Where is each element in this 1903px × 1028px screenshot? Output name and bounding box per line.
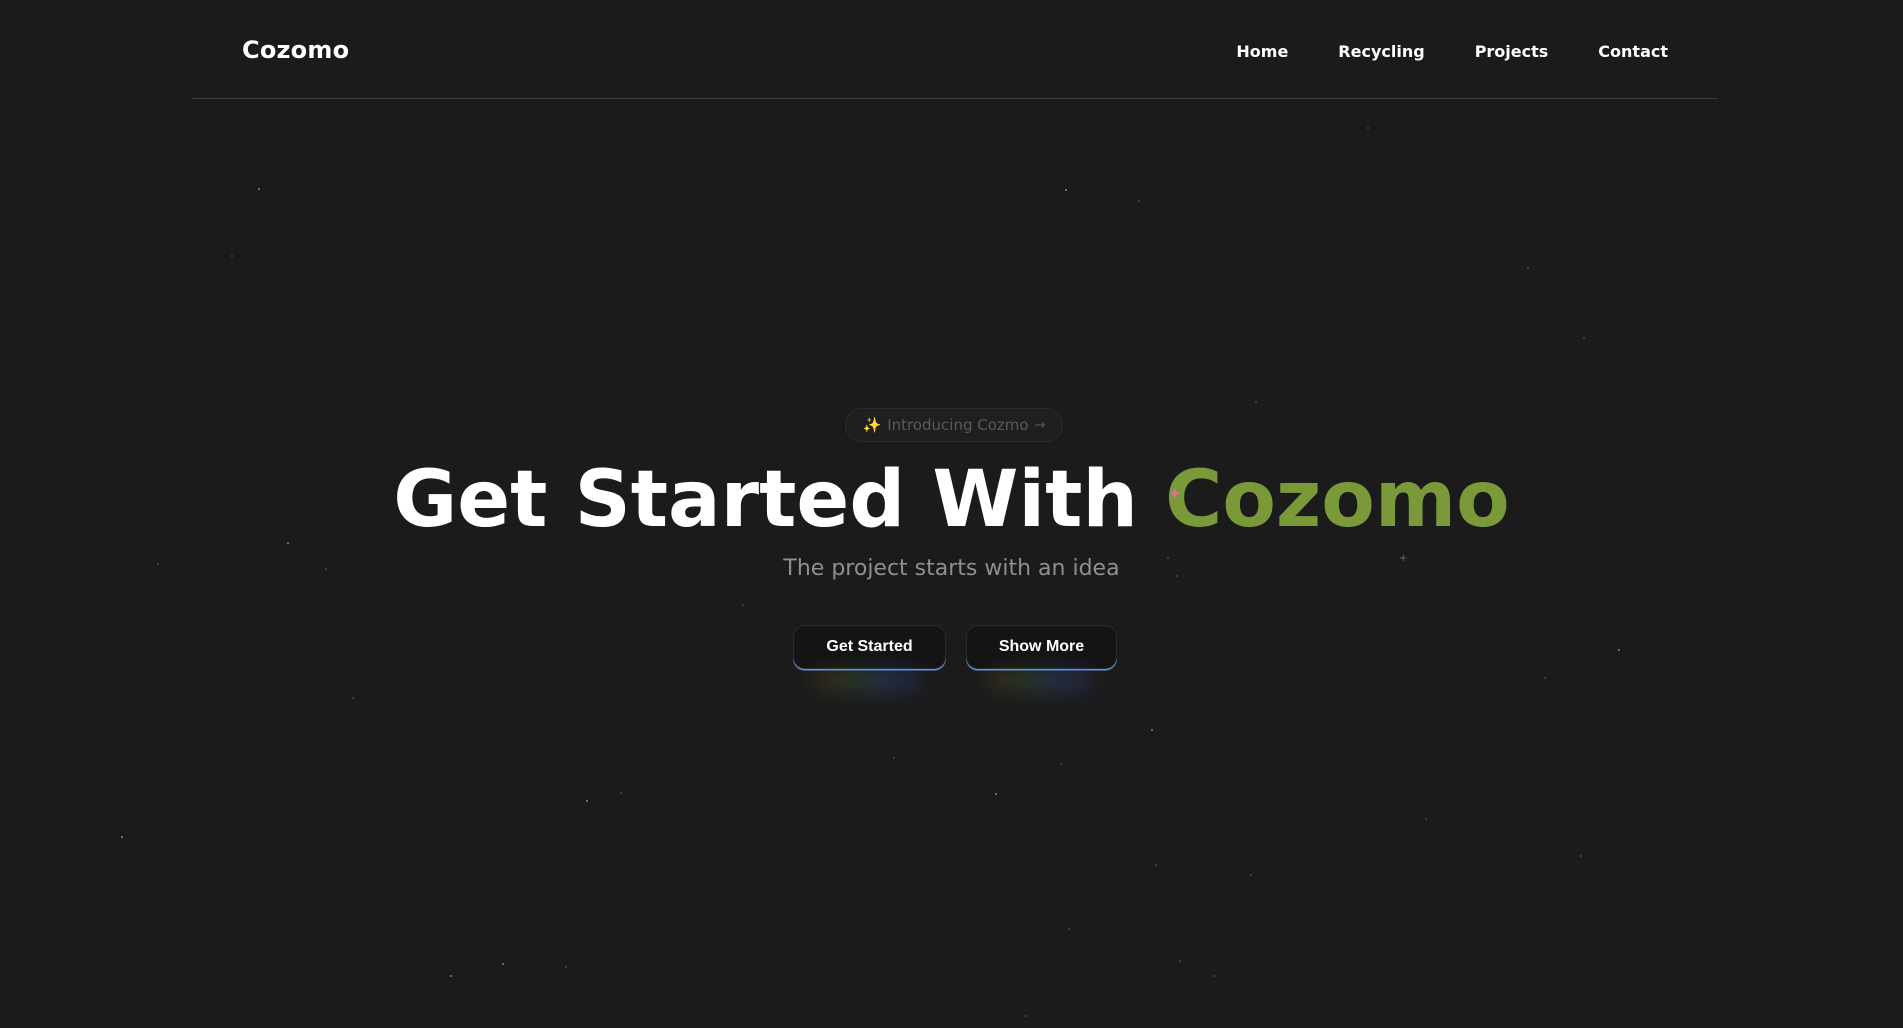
hero-headline: Get Started With Cozomo — [0, 455, 1903, 545]
top-navbar: Cozomo Home Recycling Projects Contact — [192, 0, 1718, 99]
brand-logo[interactable]: Cozomo — [242, 36, 349, 64]
show-more-button[interactable]: Show More — [966, 625, 1117, 669]
hero-subtitle: The project starts with an idea — [783, 556, 1120, 581]
sparkles-icon: ✨ — [862, 416, 882, 434]
nav-link-home[interactable]: Home — [1236, 42, 1288, 61]
nav-links: Home Recycling Projects Contact — [1236, 42, 1668, 61]
nav-link-projects[interactable]: Projects — [1475, 42, 1549, 61]
intro-badge-label: Introducing Cozmo — [887, 416, 1029, 434]
page: Cozomo Home Recycling Projects Contact ✨… — [0, 0, 1903, 1028]
nav-link-contact[interactable]: Contact — [1598, 42, 1668, 61]
headline-prefix: Get Started With — [393, 455, 1138, 545]
headline-accent: Cozomo — [1165, 455, 1510, 545]
cursor-sparkle-icon: ✦ — [1168, 484, 1182, 503]
intro-badge[interactable]: ✨ Introducing Cozmo → — [845, 408, 1063, 442]
nav-link-recycling[interactable]: Recycling — [1338, 42, 1424, 61]
arrow-right-icon: → — [1034, 417, 1046, 433]
get-started-button[interactable]: Get Started — [793, 625, 946, 669]
